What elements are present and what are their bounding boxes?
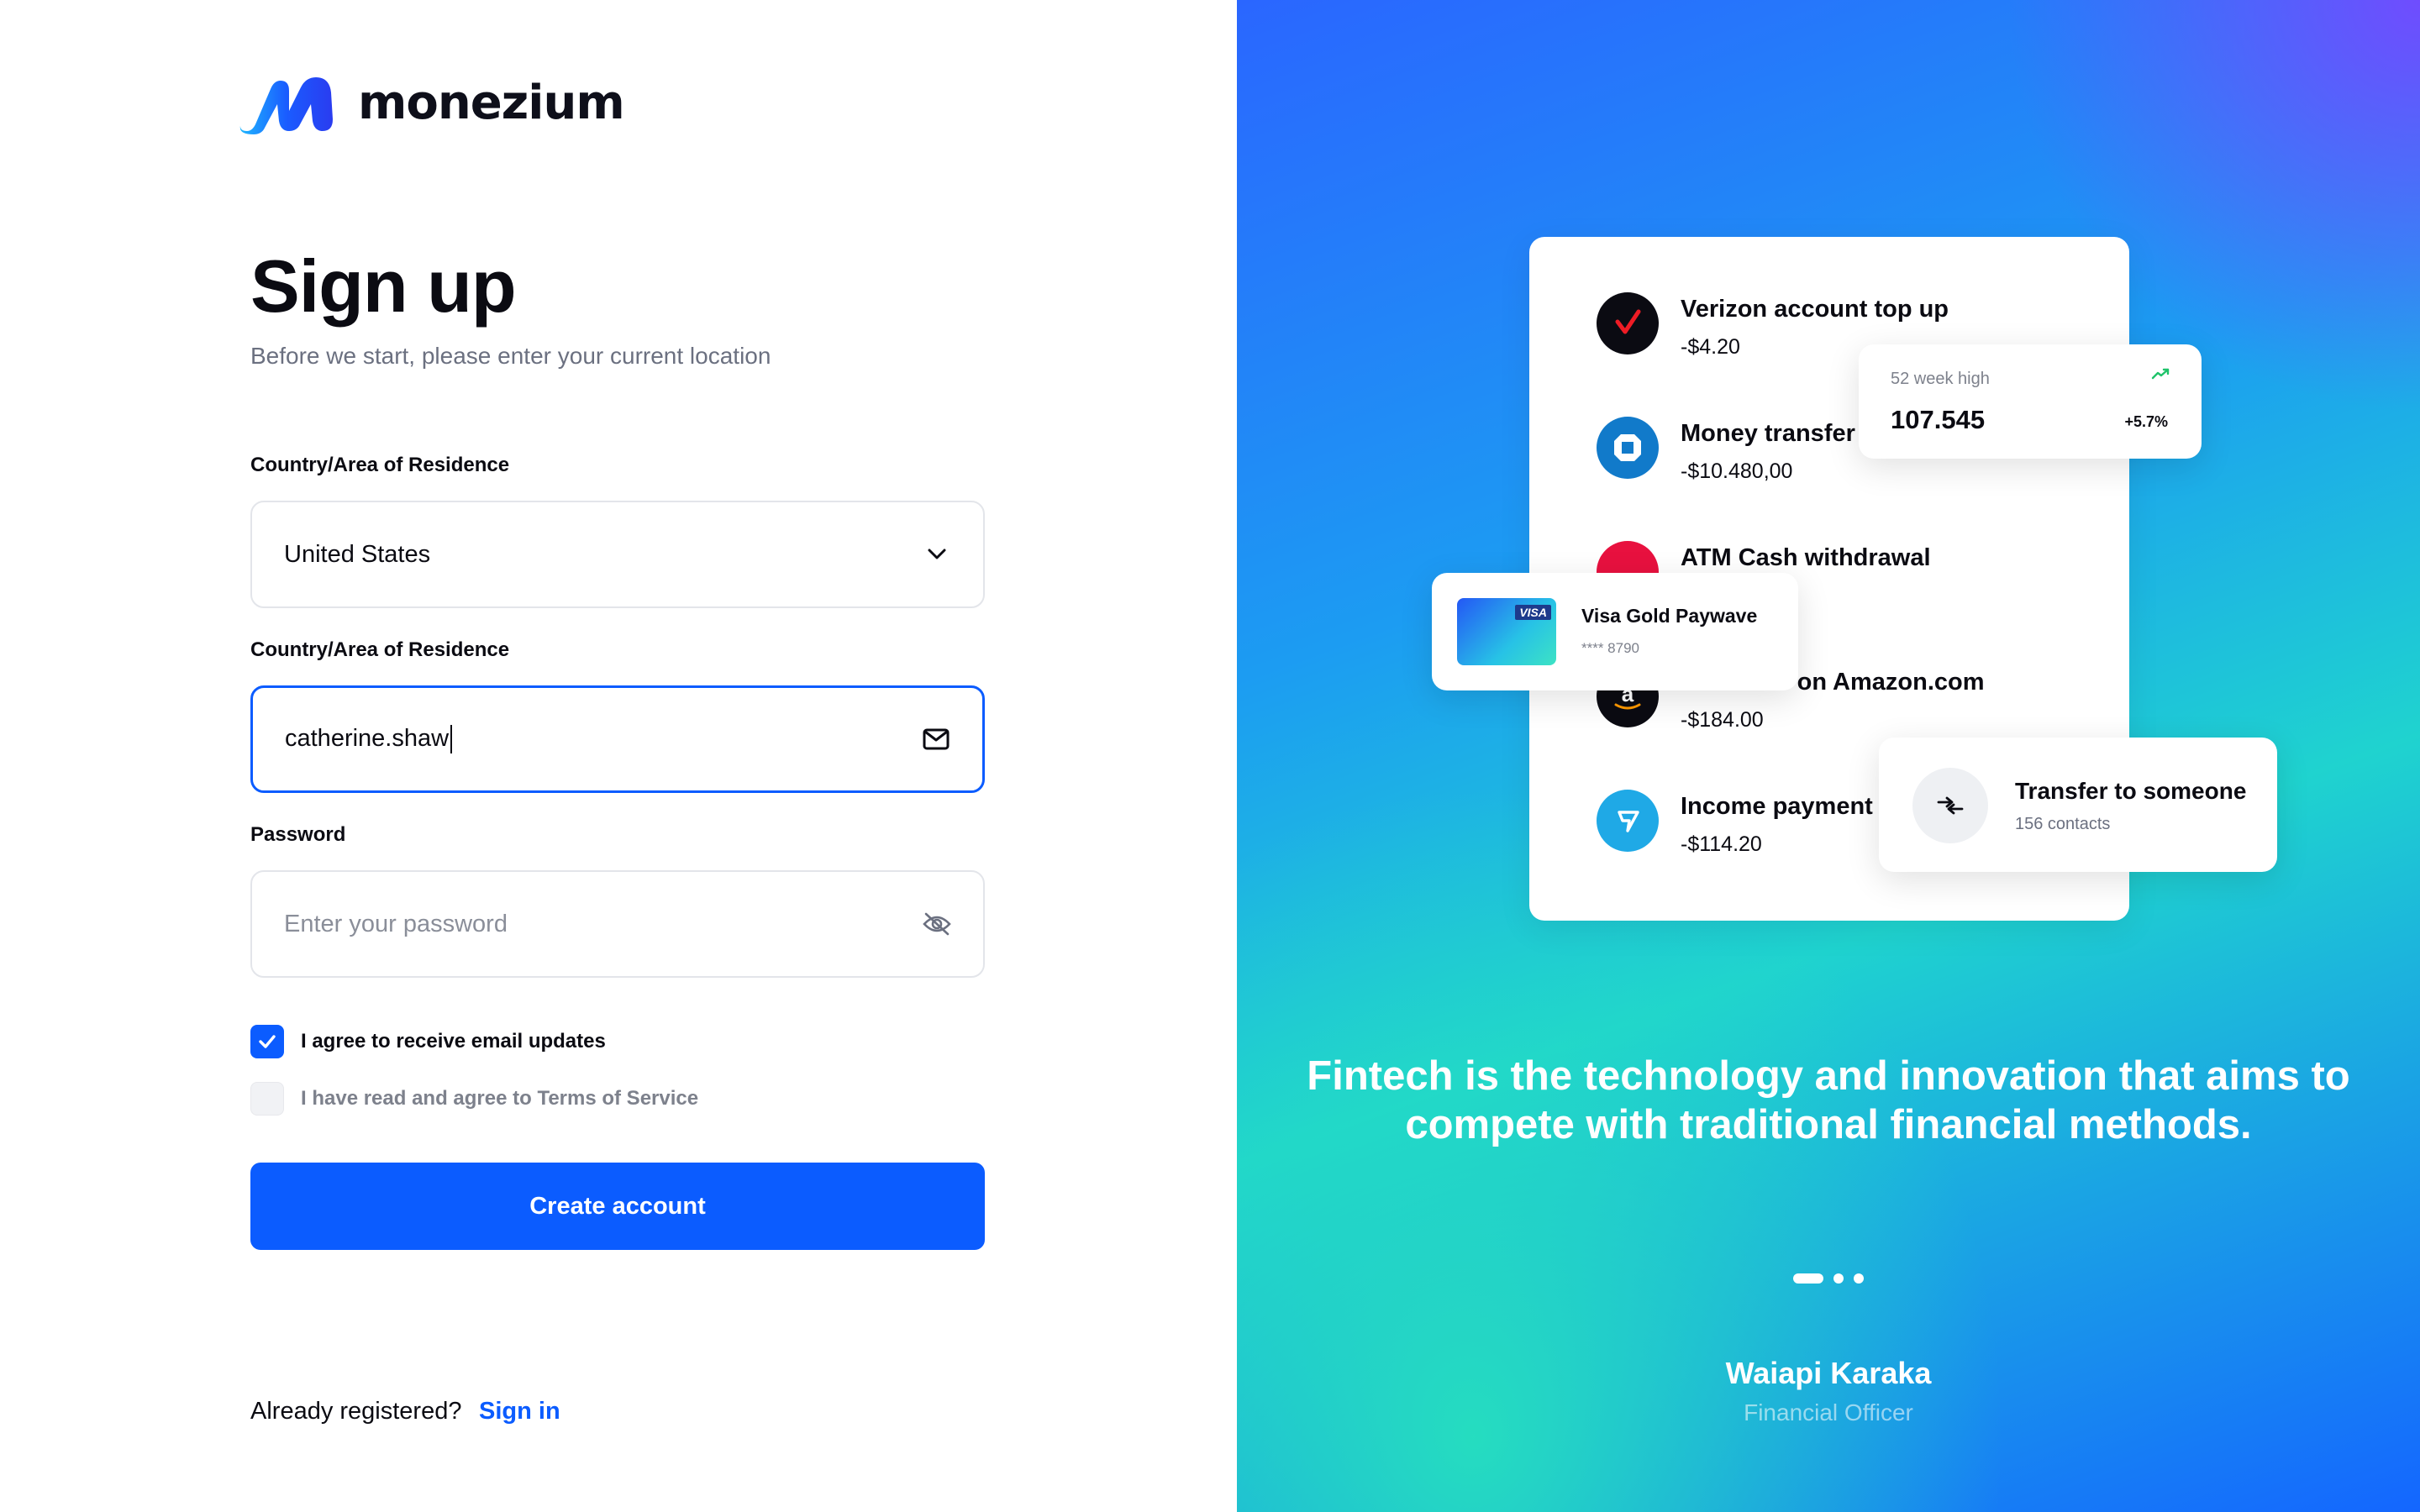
- check-icon: [259, 1035, 276, 1048]
- stock-high-value: 107.545: [1891, 405, 1986, 434]
- country-label: Country/Area of Residence: [250, 454, 510, 476]
- visa-badge: VISA: [1515, 605, 1551, 620]
- trend-up-icon: [2151, 368, 2170, 384]
- visa-card: VISA Visa Gold Paywave **** 8790: [1432, 573, 1798, 690]
- password-field[interactable]: Enter your password: [250, 870, 985, 978]
- terms-option[interactable]: I have read and agree to Terms of Servic…: [250, 1082, 698, 1116]
- carousel-dot[interactable]: [1833, 1273, 1844, 1284]
- testimonial-role: Financial Officer: [1744, 1399, 1913, 1425]
- monezium-logo-icon: [239, 77, 333, 134]
- carousel-dot[interactable]: [1854, 1273, 1864, 1284]
- visa-card-name: Visa Gold Paywave: [1581, 605, 1758, 627]
- password-label: Password: [250, 823, 346, 846]
- sign-in-link[interactable]: Sign in: [479, 1398, 560, 1425]
- email-field[interactable]: catherine.shaw: [250, 685, 985, 793]
- carousel-dot-active[interactable]: [1793, 1273, 1823, 1284]
- chevron-down-icon[interactable]: [923, 540, 951, 569]
- transfer-subtitle: 156 contacts: [2015, 815, 2111, 833]
- transaction-name: Verizon account top up: [1681, 296, 1949, 323]
- stock-high-label: 52 week high: [1891, 370, 1990, 388]
- visa-card-number: **** 8790: [1581, 640, 1640, 656]
- transaction-name: Money transfer: [1681, 420, 1855, 447]
- transaction-amount: -$114.20: [1681, 832, 1762, 856]
- page-subtitle: Before we start, please enter your curre…: [250, 343, 771, 369]
- credit-card-icon: VISA: [1457, 598, 1556, 665]
- chase-icon: [1597, 417, 1659, 479]
- wise-icon: [1597, 790, 1659, 852]
- create-account-button[interactable]: Create account: [250, 1163, 985, 1250]
- country-select[interactable]: United States: [250, 501, 985, 608]
- transaction-amount: -$184.00: [1681, 708, 1764, 732]
- brand-name: monezium: [358, 75, 625, 130]
- email-value: catherine.shaw: [285, 724, 450, 752]
- transaction-item: Money transfer -$10.480,00: [1597, 417, 1855, 484]
- transaction-amount: -$10.480,00: [1681, 459, 1793, 483]
- email-updates-option[interactable]: I agree to receive email updates: [250, 1025, 606, 1058]
- already-registered-text: Already registered?: [250, 1398, 462, 1425]
- testimonial-author: Waiapi Karaka: [1725, 1356, 1932, 1390]
- brand-logo[interactable]: monezium: [229, 67, 625, 138]
- verizon-icon: [1597, 292, 1659, 354]
- password-placeholder: Enter your password: [284, 910, 508, 937]
- terms-checkbox[interactable]: [250, 1082, 284, 1116]
- transfer-card: Transfer to someone 156 contacts: [1879, 738, 2277, 872]
- transaction-name: Income payment: [1681, 793, 1873, 820]
- transfer-title: Transfer to someone: [2015, 778, 2247, 804]
- mail-icon: [922, 725, 950, 753]
- transfer-arrows-icon: [1912, 768, 1988, 843]
- showcase-panel: Verizon account top up -$4.20 Money tran…: [1237, 0, 2420, 1512]
- transaction-name: ATM Cash withdrawal: [1681, 544, 1931, 571]
- stock-high-card: 52 week high 107.545 +5.7%: [1859, 344, 2202, 459]
- terms-label: I have read and agree to Terms of Servic…: [301, 1087, 699, 1110]
- transaction-item: Income payment -$114.20: [1597, 790, 1873, 857]
- testimonial-quote: Fintech is the technology and innovation…: [1307, 1053, 2350, 1147]
- email-label: Country/Area of Residence: [250, 638, 510, 661]
- carousel-dots: [1793, 1273, 1864, 1284]
- stock-change: +5.7%: [2124, 413, 2168, 430]
- country-value: United States: [284, 540, 431, 568]
- eye-off-icon[interactable]: [923, 910, 951, 938]
- page-title: Sign up: [250, 244, 517, 328]
- email-updates-checkbox[interactable]: [250, 1025, 284, 1058]
- email-updates-label: I agree to receive email updates: [301, 1030, 606, 1053]
- signup-panel: monezium Sign up Before we start, please…: [0, 0, 1237, 1512]
- text-caret: [450, 725, 453, 754]
